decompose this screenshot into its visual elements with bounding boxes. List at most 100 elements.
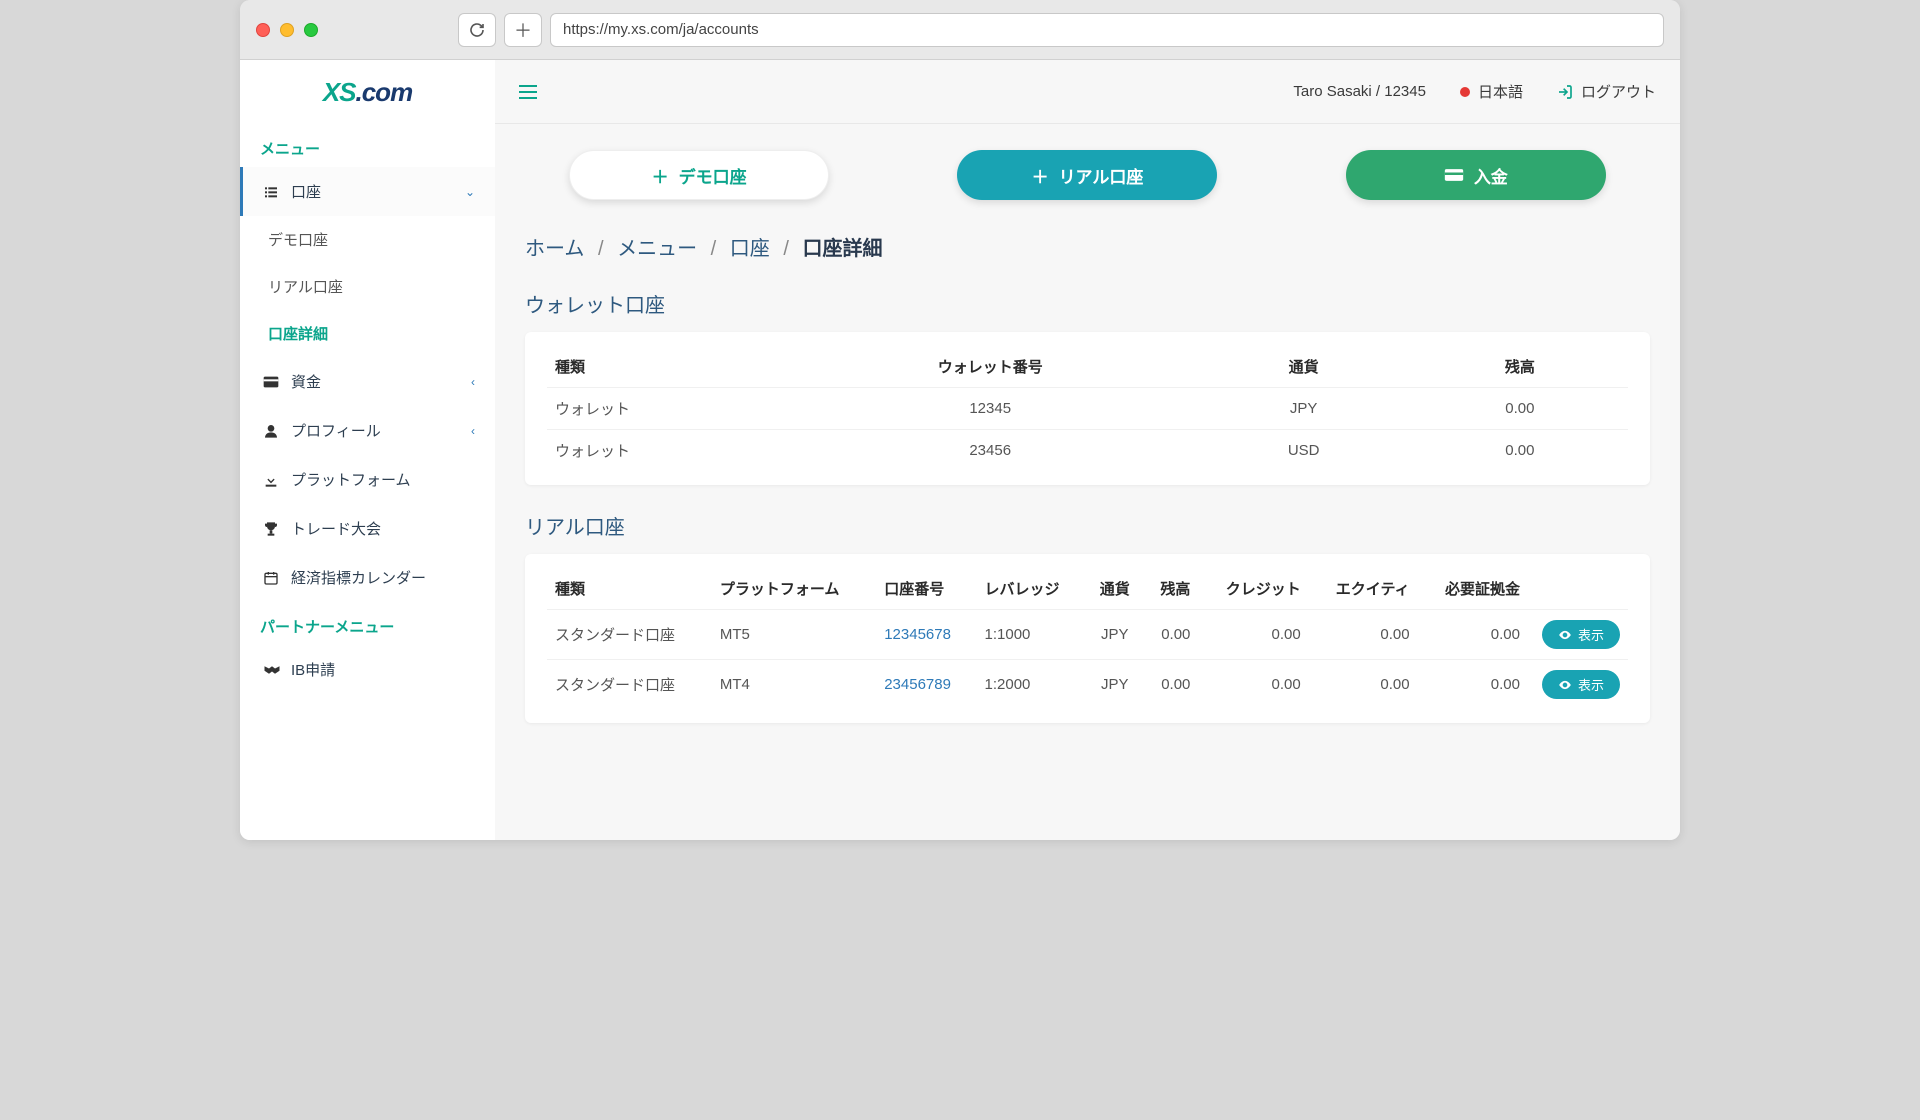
- breadcrumb-sep: /: [783, 238, 789, 260]
- eye-icon: [1558, 628, 1572, 642]
- plus-icon: ＋: [1032, 163, 1049, 188]
- cell-type: スタンダード口座: [547, 660, 712, 710]
- cell-balance: 0.00: [1412, 388, 1628, 430]
- sidebar-sub-real[interactable]: リアル口座: [240, 263, 495, 310]
- download-icon: [263, 472, 291, 488]
- breadcrumb-current: 口座詳細: [802, 238, 882, 260]
- browser-titlebar: ＋ https://my.xs.com/ja/accounts: [240, 0, 1680, 60]
- cell-type: スタンダード口座: [547, 610, 712, 660]
- chevron-left-icon: ‹: [471, 424, 475, 438]
- sidebar-item-label: 資金: [291, 371, 471, 392]
- breadcrumb-menu[interactable]: メニュー: [617, 238, 697, 260]
- table-row: ウォレット12345JPY0.00: [547, 388, 1628, 430]
- deposit-button[interactable]: 入金: [1346, 150, 1606, 200]
- logo-xs: XS: [323, 77, 356, 108]
- logo-com: .com: [356, 77, 413, 108]
- show-label: 表示: [1578, 625, 1604, 644]
- sidebar-sub-demo[interactable]: デモ口座: [240, 216, 495, 263]
- language-label: 日本語: [1478, 81, 1523, 102]
- card-icon: [263, 376, 291, 388]
- cell-currency: JPY: [1087, 610, 1143, 660]
- th-currency: 通貨: [1196, 346, 1412, 388]
- url-bar[interactable]: https://my.xs.com/ja/accounts: [550, 13, 1664, 47]
- sidebar-item-label: 口座: [291, 181, 465, 202]
- language-selector[interactable]: 日本語: [1460, 81, 1523, 102]
- cell-type: ウォレット: [547, 388, 785, 430]
- cell-number: 23456: [785, 430, 1196, 472]
- cell-account-number[interactable]: 12345678: [876, 610, 976, 660]
- sidebar-sub-detail[interactable]: 口座詳細: [240, 310, 495, 357]
- plus-icon: ＋: [652, 163, 669, 188]
- sidebar-item-label: プロフィール: [291, 420, 471, 441]
- sidebar-item-label: IB申請: [291, 659, 475, 680]
- cell-type: ウォレット: [547, 430, 785, 472]
- cell-leverage: 1:2000: [977, 660, 1087, 710]
- sidebar-item-label: プラットフォーム: [291, 469, 475, 490]
- window-maximize-button[interactable]: [304, 23, 318, 37]
- topbar-right: Taro Sasaki / 12345 日本語 ログアウト: [1293, 81, 1656, 102]
- trophy-icon: [263, 521, 291, 537]
- th-equity: エクイティ: [1309, 568, 1418, 610]
- th-leverage: レバレッジ: [977, 568, 1087, 610]
- sidebar: XS.com メニュー 口座 ⌄ デモ口座 リアル口座 口座詳細 資金 ‹: [240, 60, 495, 840]
- cell-platform: MT5: [712, 610, 876, 660]
- sidebar-item-platform[interactable]: プラットフォーム: [240, 455, 495, 504]
- wallet-table: 種類 ウォレット番号 通貨 残高 ウォレット12345JPY0.00ウォレット2…: [547, 346, 1628, 471]
- menu-header-partner: パートナーメニュー: [240, 602, 495, 645]
- show-button[interactable]: 表示: [1542, 620, 1620, 649]
- window-minimize-button[interactable]: [280, 23, 294, 37]
- real-section-title: リアル口座: [525, 511, 1650, 540]
- sidebar-item-funds[interactable]: 資金 ‹: [240, 357, 495, 406]
- th-number: ウォレット番号: [785, 346, 1196, 388]
- menu-header-main: メニュー: [240, 124, 495, 167]
- cell-account-number[interactable]: 23456789: [876, 660, 976, 710]
- cell-credit: 0.00: [1198, 660, 1308, 710]
- breadcrumb: ホーム / メニュー / 口座 / 口座詳細: [525, 232, 1650, 261]
- table-row: ウォレット23456USD0.00: [547, 430, 1628, 472]
- cell-balance: 0.00: [1143, 660, 1199, 710]
- sidebar-item-calendar[interactable]: 経済指標カレンダー: [240, 553, 495, 602]
- breadcrumb-accounts[interactable]: 口座: [730, 238, 770, 260]
- demo-account-button[interactable]: ＋ デモ口座: [569, 150, 829, 200]
- cell-currency: JPY: [1087, 660, 1143, 710]
- table-row: スタンダード口座MT5123456781:1000JPY0.000.000.00…: [547, 610, 1628, 660]
- cell-margin: 0.00: [1418, 660, 1528, 710]
- th-balance: 残高: [1412, 346, 1628, 388]
- app-container: XS.com メニュー 口座 ⌄ デモ口座 リアル口座 口座詳細 資金 ‹: [240, 60, 1680, 840]
- sidebar-item-label: トレード大会: [291, 518, 475, 539]
- sidebar-item-accounts[interactable]: 口座 ⌄: [240, 167, 495, 216]
- content: ＋ デモ口座 ＋ リアル口座 入金 ホーム: [495, 124, 1680, 775]
- sidebar-item-profile[interactable]: プロフィール ‹: [240, 406, 495, 455]
- logout-label: ログアウト: [1581, 81, 1656, 102]
- chevron-left-icon: ‹: [471, 375, 475, 389]
- th-platform: プラットフォーム: [712, 568, 876, 610]
- cta-label: デモ口座: [679, 163, 747, 188]
- flag-jp-icon: [1460, 87, 1470, 97]
- new-tab-button[interactable]: ＋: [504, 13, 542, 47]
- breadcrumb-sep: /: [711, 238, 717, 260]
- cta-label: リアル口座: [1059, 163, 1144, 188]
- window-close-button[interactable]: [256, 23, 270, 37]
- calendar-icon: [263, 570, 291, 586]
- logout-button[interactable]: ログアウト: [1557, 81, 1656, 102]
- cta-row: ＋ デモ口座 ＋ リアル口座 入金: [525, 150, 1650, 200]
- show-button[interactable]: 表示: [1542, 670, 1620, 699]
- sidebar-item-competition[interactable]: トレード大会: [240, 504, 495, 553]
- th-balance: 残高: [1143, 568, 1199, 610]
- browser-window: ＋ https://my.xs.com/ja/accounts XS.com メ…: [240, 0, 1680, 840]
- logo[interactable]: XS.com: [240, 60, 495, 124]
- real-account-button[interactable]: ＋ リアル口座: [957, 150, 1217, 200]
- cell-currency: JPY: [1196, 388, 1412, 430]
- cell-equity: 0.00: [1309, 610, 1418, 660]
- th-credit: クレジット: [1198, 568, 1308, 610]
- sidebar-item-ib[interactable]: IB申請: [240, 645, 495, 694]
- cell-margin: 0.00: [1418, 610, 1528, 660]
- menu-toggle-button[interactable]: [519, 85, 537, 99]
- show-label: 表示: [1578, 675, 1604, 694]
- reload-button[interactable]: [458, 13, 496, 47]
- th-type: 種類: [547, 568, 712, 610]
- th-type: 種類: [547, 346, 785, 388]
- breadcrumb-home[interactable]: ホーム: [525, 238, 584, 260]
- traffic-lights: [256, 23, 318, 37]
- cell-balance: 0.00: [1412, 430, 1628, 472]
